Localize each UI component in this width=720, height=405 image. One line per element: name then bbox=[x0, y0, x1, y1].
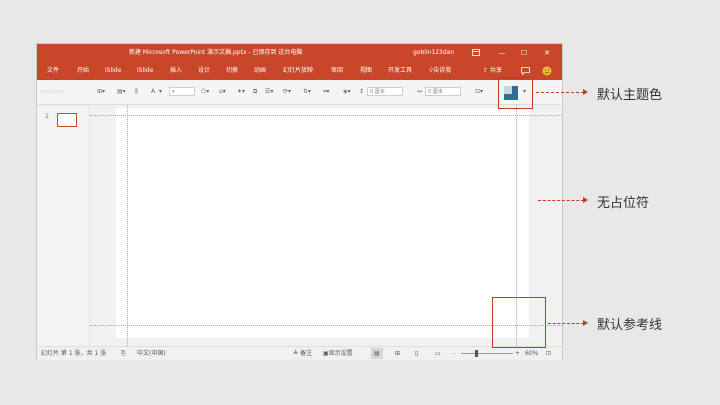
arrange-icon[interactable]: ⇅▾ bbox=[303, 86, 311, 97]
group-icon[interactable]: ⧉ bbox=[253, 86, 257, 97]
tab-islide-2[interactable]: iSlide bbox=[137, 62, 153, 80]
powerpoint-window: 新建 Microsoft PowerPoint 演示文稿.pptx - 已保存到… bbox=[37, 44, 562, 360]
tab-home[interactable]: 开始 bbox=[77, 62, 89, 80]
share-icon: ⇪ bbox=[483, 67, 489, 74]
tell-me-label: 告诉我 bbox=[433, 67, 452, 74]
font-size-combo[interactable]: ▾ bbox=[169, 87, 195, 96]
zoom-slider-thumb[interactable] bbox=[475, 350, 479, 357]
slide-counter: 幻灯片 第 1 张，共 1 张 bbox=[41, 350, 107, 357]
maximize-button[interactable]: ☐ bbox=[515, 44, 533, 62]
section-icon[interactable]: ▤▾ bbox=[117, 86, 126, 97]
notes-icon: ≜ bbox=[293, 350, 299, 357]
tab-view[interactable]: 视图 bbox=[360, 62, 372, 80]
ribbon-tabs: 文件 开始 iSlide iSlide 插入 设计 切换 动画 幻灯片放映 审阅… bbox=[37, 62, 562, 80]
theme-color-arrow-line bbox=[536, 92, 584, 93]
slide-canvas[interactable] bbox=[116, 108, 529, 338]
tab-review[interactable]: 审阅 bbox=[331, 62, 343, 80]
theme-color-arrowhead-icon bbox=[583, 89, 588, 95]
zoom-out-button[interactable]: - bbox=[453, 347, 455, 360]
display-settings-label: 显示设置 bbox=[328, 350, 353, 357]
effects-icon[interactable]: ✦▾ bbox=[237, 86, 245, 97]
close-button[interactable]: ✕ bbox=[538, 44, 556, 62]
slide-sorter-view-icon[interactable]: ⊞ bbox=[395, 347, 400, 360]
width-label-icon: ↔ bbox=[417, 88, 423, 95]
placeholder-arrowhead-icon bbox=[583, 197, 588, 203]
selection-pane-icon[interactable]: ⊡▾ bbox=[475, 86, 483, 97]
tell-me-search[interactable]: 💡︎告诉我 bbox=[429, 62, 451, 80]
tab-design[interactable]: 设计 bbox=[198, 62, 210, 80]
quick-styles-icon[interactable]: ◈▾ bbox=[343, 86, 351, 97]
align-icon[interactable]: ☰▾ bbox=[265, 86, 273, 97]
minimize-button[interactable]: — bbox=[493, 44, 511, 62]
font-dropdown-arrow-icon[interactable]: ▾ bbox=[159, 86, 162, 97]
crop-icon[interactable]: ⌗▾ bbox=[323, 86, 329, 97]
reading-view-icon[interactable]: ▯ bbox=[415, 347, 418, 360]
window-title: 新建 Microsoft PowerPoint 演示文稿.pptx - 已保存到… bbox=[129, 49, 303, 56]
slide-number: 1 bbox=[45, 113, 49, 120]
share-label: 共享 bbox=[489, 67, 502, 74]
notes-button[interactable]: ≜ 备注 bbox=[293, 347, 312, 360]
normal-view-icon[interactable]: ▤ bbox=[371, 348, 383, 359]
zoom-in-button[interactable]: + bbox=[515, 347, 520, 360]
theme-color-highlight-box bbox=[498, 77, 533, 109]
notes-label: 备注 bbox=[299, 350, 312, 357]
status-bar: 幻灯片 第 1 张，共 1 张 ⎘ 中文(中国) ≜ 备注 ▣显示设置 ▤ ⊞ … bbox=[37, 346, 562, 360]
guides-arrow-line bbox=[548, 323, 584, 324]
tab-islide[interactable]: iSlide bbox=[105, 62, 121, 80]
annotation-no-placeholder: 无占位符 bbox=[597, 196, 650, 211]
shape-fill-icon[interactable]: ⬠▾ bbox=[201, 86, 209, 97]
vertical-guide-left[interactable] bbox=[127, 105, 128, 346]
height-field[interactable]: 0 厘米 bbox=[367, 87, 403, 96]
column-icon[interactable]: ⫼ bbox=[135, 86, 138, 97]
size-label-icon: ↕ bbox=[359, 88, 365, 95]
placeholder-arrow-line bbox=[538, 200, 584, 201]
guides-arrowhead-icon bbox=[583, 320, 588, 326]
slide-thumbnails-panel: 1 bbox=[37, 105, 90, 346]
outline-icon[interactable]: ⌂▾ bbox=[219, 86, 226, 97]
width-field[interactable]: 0 厘米 bbox=[425, 87, 461, 96]
toolbar-grayed-icons: ▭▭▭▭ bbox=[41, 88, 64, 95]
tab-animations[interactable]: 动画 bbox=[254, 62, 266, 80]
layout-icon[interactable]: ⊞▾ bbox=[97, 86, 105, 97]
horizontal-guide-top[interactable] bbox=[90, 115, 562, 116]
rotate-icon[interactable]: ⟳▾ bbox=[283, 86, 291, 97]
toolbar-row: ▭▭▭▭ ⊞▾ ▤▾ ⫼ A ▾ ▾ ⬠▾ ⌂▾ ✦▾ ⧉ ☰▾ ⟳▾ ⇅▾ ⌗… bbox=[37, 80, 562, 105]
zoom-percent[interactable]: 60% bbox=[525, 347, 538, 360]
annotation-guides: 默认参考线 bbox=[597, 318, 663, 333]
tab-file[interactable]: 文件 bbox=[47, 62, 59, 80]
tab-insert[interactable]: 插入 bbox=[170, 62, 182, 80]
slideshow-view-icon[interactable]: ▭ bbox=[435, 347, 441, 360]
font-label[interactable]: A bbox=[151, 86, 155, 97]
display-settings-button[interactable]: ▣显示设置 bbox=[323, 347, 353, 360]
smiley-feedback-icon[interactable] bbox=[542, 62, 552, 80]
spell-check-icon[interactable]: ⎘ bbox=[121, 347, 126, 360]
language-indicator[interactable]: 中文(中国) bbox=[137, 347, 166, 360]
title-bar: 新建 Microsoft PowerPoint 演示文稿.pptx - 已保存到… bbox=[37, 44, 562, 62]
guides-highlight-box bbox=[492, 297, 546, 348]
tab-slideshow[interactable]: 幻灯片放映 bbox=[283, 62, 313, 80]
user-name[interactable]: goblin123dan bbox=[413, 44, 454, 62]
fit-to-window-icon[interactable]: ⊡ bbox=[546, 347, 551, 360]
zoom-slider-track[interactable] bbox=[461, 353, 513, 354]
tab-developer[interactable]: 开发工具 bbox=[388, 62, 412, 80]
slide-thumbnail[interactable] bbox=[57, 113, 77, 127]
tab-transitions[interactable]: 切换 bbox=[226, 62, 238, 80]
ribbon-display-options-icon[interactable] bbox=[467, 44, 485, 62]
annotation-theme-color: 默认主题色 bbox=[597, 88, 663, 103]
